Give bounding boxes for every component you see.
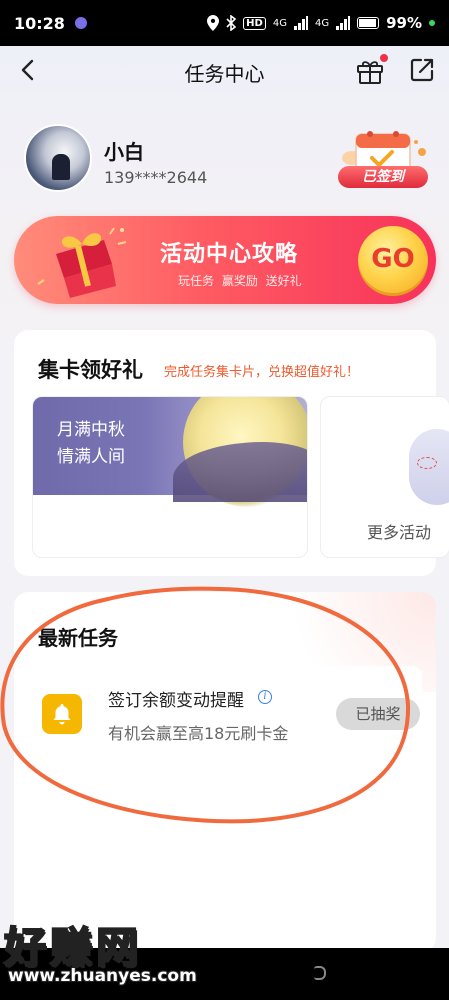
signal-icon-2	[336, 16, 351, 30]
privacy-dot-icon	[429, 20, 435, 26]
back-gesture-icon[interactable]	[314, 966, 326, 980]
mid-autumn-art: 月满中秋 情满人间	[33, 397, 307, 507]
avatar[interactable]	[24, 124, 92, 192]
gift-notification-dot-icon	[380, 54, 388, 62]
nav-bar: 任务中心	[0, 46, 449, 96]
battery-level: 99%	[386, 14, 422, 32]
collect-cards-section: 集卡领好礼 完成任务集卡片，兑换超值好礼！ 月满中秋 情满人间 更多活动	[14, 330, 449, 576]
task-name: 签订余额变动提醒	[108, 691, 244, 711]
latest-tasks-section: 最新任务 签订余额变动提醒 i 有机会赢至高18元刷卡金 已抽奖	[14, 592, 436, 952]
user-name: 小白	[104, 140, 144, 164]
avatar-figure	[52, 154, 70, 180]
go-label: GO	[371, 244, 415, 274]
notification-dot-icon	[74, 17, 87, 29]
more-activities-art	[409, 429, 449, 505]
task-item[interactable]: 签订余额变动提醒 i 有机会赢至高18元刷卡金 已抽奖	[28, 666, 422, 762]
status-bar: 10:28 HD 4G 4G 99%	[0, 0, 449, 46]
network-label-2: 4G	[314, 17, 330, 29]
mid-autumn-card[interactable]: 月满中秋 情满人间	[32, 396, 308, 558]
collect-subtitle: 完成任务集卡片，兑换超值好礼！	[164, 365, 360, 380]
location-icon	[207, 15, 220, 31]
watermark-logo: 好赚网 www.zhuanyes.com	[3, 914, 197, 994]
banner-title: 活动中心攻略	[160, 242, 299, 267]
user-phone: 139****2644	[104, 168, 208, 187]
task-status-button[interactable]: 已抽奖	[336, 698, 420, 730]
bluetooth-icon	[226, 15, 237, 31]
tasks-title: 最新任务	[38, 626, 118, 650]
network-label-1: 4G	[272, 17, 287, 29]
activity-banner[interactable]: 活动中心攻略 玩任务 赢奖励 送好礼 GO	[14, 216, 436, 304]
mid-autumn-line1: 月满中秋	[57, 420, 125, 440]
watermark-url: www.zhuanyes.com	[8, 966, 197, 986]
status-time: 10:28	[14, 13, 65, 33]
info-icon[interactable]: i	[258, 690, 272, 704]
share-icon[interactable]	[408, 56, 436, 84]
gift-box-icon	[37, 227, 127, 298]
collect-title: 集卡领好礼	[38, 358, 143, 382]
more-activities-label: 更多活动	[367, 523, 432, 542]
task-description: 有机会赢至高18元刷卡金	[108, 724, 289, 743]
signed-badge[interactable]: 已签到	[338, 166, 428, 188]
go-button[interactable]: GO	[358, 226, 428, 296]
bell-icon	[42, 694, 82, 734]
more-activities-card[interactable]: 更多活动	[320, 396, 449, 558]
mid-autumn-line2: 情满人间	[57, 447, 125, 467]
battery-icon	[357, 17, 380, 29]
hd-label: HD	[243, 16, 266, 30]
signal-icon-1	[293, 16, 308, 30]
mid-autumn-text: 月满中秋 情满人间	[57, 417, 125, 471]
banner-subtitle: 玩任务 赢奖励 送好礼	[178, 274, 302, 288]
status-icons: HD 4G 4G 99%	[207, 14, 435, 32]
